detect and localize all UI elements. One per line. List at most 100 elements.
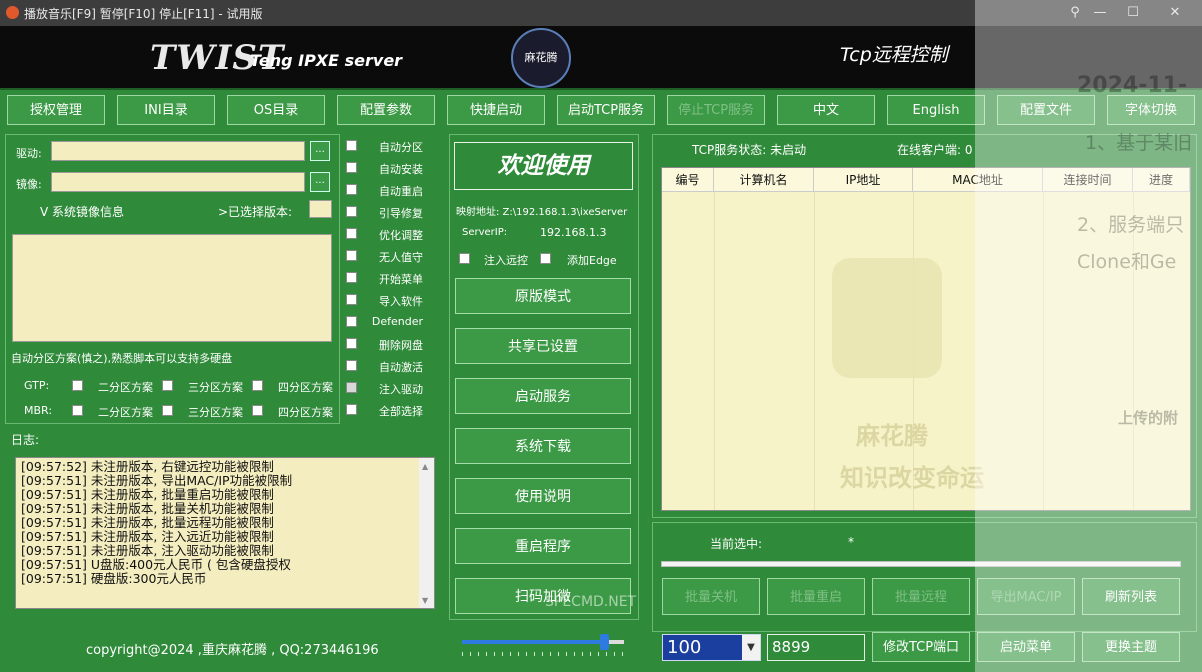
auto-partition-checkbox[interactable] [346,140,357,151]
gtp-two-checkbox[interactable] [72,380,83,391]
copyright: copyright@2024 ,重庆麻花腾 , QQ:273446196 [86,643,379,658]
instructions-button[interactable]: 使用说明 [455,478,631,514]
font-switch-button[interactable]: 字体切换 [1107,95,1195,125]
add-edge-checkbox[interactable] [540,253,551,264]
tcp-status: TCP服务状态: 未启动 [692,143,807,157]
system-image-info[interactable]: V 系统镜像信息 [40,203,124,220]
inject-remote-label: 注入远控 [484,254,528,267]
config-params-button[interactable]: 配置参数 [337,95,435,125]
unattended-checkbox[interactable] [346,250,357,261]
defender-checkbox[interactable] [346,316,357,327]
config-file-button[interactable]: 配置文件 [997,95,1095,125]
driver-input[interactable] [51,141,305,161]
restart-program-button[interactable]: 重启程序 [455,528,631,564]
image-info-box[interactable] [12,234,332,342]
optimize-checkbox[interactable] [346,228,357,239]
gtp-three-label: 三分区方案 [188,381,243,394]
auto-restart-checkbox[interactable] [346,184,357,195]
auth-manage-button[interactable]: 授权管理 [7,95,105,125]
col-mac-address[interactable]: MAC地址 [913,168,1043,192]
share-set-button[interactable]: 共享已设置 [455,328,631,364]
volume-slider[interactable] [462,634,624,658]
minimize-button[interactable]: — [1085,4,1115,22]
auto-activate-checkbox[interactable] [346,360,357,371]
progress-bar [661,561,1181,567]
chevron-down-icon[interactable]: ▼ [742,635,760,660]
close-button[interactable]: ✕ [1160,4,1190,22]
image-input[interactable] [51,172,305,192]
selected-version-value [309,200,332,218]
gtp-two-label: 二分区方案 [98,381,153,394]
launch-menu-button[interactable]: 启动菜单 [977,632,1075,662]
mbr-two-label: 二分区方案 [98,406,153,419]
gtp-three-checkbox[interactable] [162,380,173,391]
batch-restart-button[interactable]: 批量重启 [767,578,865,615]
os-dir-button[interactable]: OS目录 [227,95,325,125]
add-edge-label: 添加Edge [567,254,617,267]
import-software-checkbox[interactable] [346,294,357,305]
driver-browse-button[interactable]: ... [310,141,330,161]
change-theme-button[interactable]: 更换主题 [1082,632,1180,662]
original-mode-button[interactable]: 原版模式 [455,278,631,314]
log-label: 日志: [11,433,40,447]
delete-netdisk-label: 删除网盘 [379,339,423,352]
port-value: 8899 [772,638,811,656]
quick-start-button[interactable]: 快捷启动 [447,95,545,125]
log-scrollbar[interactable]: ▲ ▼ [419,458,434,608]
app-icon [6,6,19,19]
start-menu-label: 开始菜单 [379,273,423,286]
image-label: 镜像: [16,178,42,191]
select-all-checkbox[interactable] [346,404,357,415]
inject-remote-checkbox[interactable] [459,253,470,264]
boot-repair-checkbox[interactable] [346,206,357,217]
log-line: [09:57:51] 硬盘版:300元人民币 [21,571,207,586]
emblem-logo: 麻花腾 [511,28,571,88]
system-download-button[interactable]: 系统下载 [455,428,631,464]
ini-dir-button[interactable]: INI目录 [117,95,215,125]
col-connect-time[interactable]: 连接时间 [1043,168,1133,192]
inject-driver-checkbox[interactable] [346,382,357,393]
refresh-list-button[interactable]: 刷新列表 [1082,578,1180,615]
log-line: [09:57:51] 未注册版本, 导出MAC/IP功能被限制 [21,473,293,488]
slider-thumb[interactable] [600,634,609,650]
col-number[interactable]: 编号 [662,168,714,192]
auto-install-checkbox[interactable] [346,162,357,173]
mbr-four-label: 四分区方案 [278,406,333,419]
current-selected-label: 当前选中: [710,537,763,551]
value-combobox[interactable]: 100 ▼ [662,634,761,661]
batch-remote-button[interactable]: 批量远程 [872,578,970,615]
mbr-three-checkbox[interactable] [162,405,173,416]
log-line: [09:57:51] 未注册版本, 注入驱动功能被限制 [21,543,274,558]
window-title: 播放音乐[F9] 暂停[F10] 停止[F11] - 试用版 [24,7,263,21]
port-input[interactable]: 8899 [767,634,865,661]
image-browse-button[interactable]: ... [310,172,330,192]
log-box[interactable]: [09:57:52] 未注册版本, 右键远控功能被限制 [09:57:51] 未… [15,457,435,609]
export-mac-ip-button[interactable]: 导出MAC/IP [977,578,1075,615]
maximize-button[interactable]: ☐ [1118,4,1148,22]
defender-label: Defender [371,315,423,328]
chinese-button[interactable]: 中文 [777,95,875,125]
mbr-two-checkbox[interactable] [72,405,83,416]
col-computer-name[interactable]: 计算机名 [714,168,814,192]
start-menu-checkbox[interactable] [346,272,357,283]
log-line: [09:57:51] U盘版:400元人民币 ( 包含硬盘授权 [21,557,291,572]
inject-driver-label: 注入驱动 [379,383,423,396]
english-button[interactable]: English [887,95,985,125]
start-service-button[interactable]: 启动服务 [455,378,631,414]
logo-subtitle: Teng IPXE server [250,51,403,70]
delete-netdisk-checkbox[interactable] [346,338,357,349]
unattended-label: 无人值守 [379,251,423,264]
batch-shutdown-button[interactable]: 批量关机 [662,578,760,615]
col-progress[interactable]: 进度 [1133,168,1190,192]
current-selected-value: * [848,535,854,549]
col-ip-address[interactable]: IP地址 [814,168,913,192]
modify-tcp-port-button[interactable]: 修改TCP端口 [872,632,970,662]
stop-tcp-button[interactable]: 停止TCP服务 [667,95,765,125]
start-tcp-button[interactable]: 启动TCP服务 [557,95,655,125]
mapping-address: 映射地址: Z:\192.168.1.3\ixeServer [456,207,628,218]
client-table[interactable]: 编号 计算机名 IP地址 MAC地址 连接时间 进度 麻花腾 知识改变命运 [661,167,1191,511]
gtp-label: GTP: [24,379,50,392]
watermark-motto: 知识改变命运 [840,464,984,492]
mbr-four-checkbox[interactable] [252,405,263,416]
gtp-four-checkbox[interactable] [252,380,263,391]
